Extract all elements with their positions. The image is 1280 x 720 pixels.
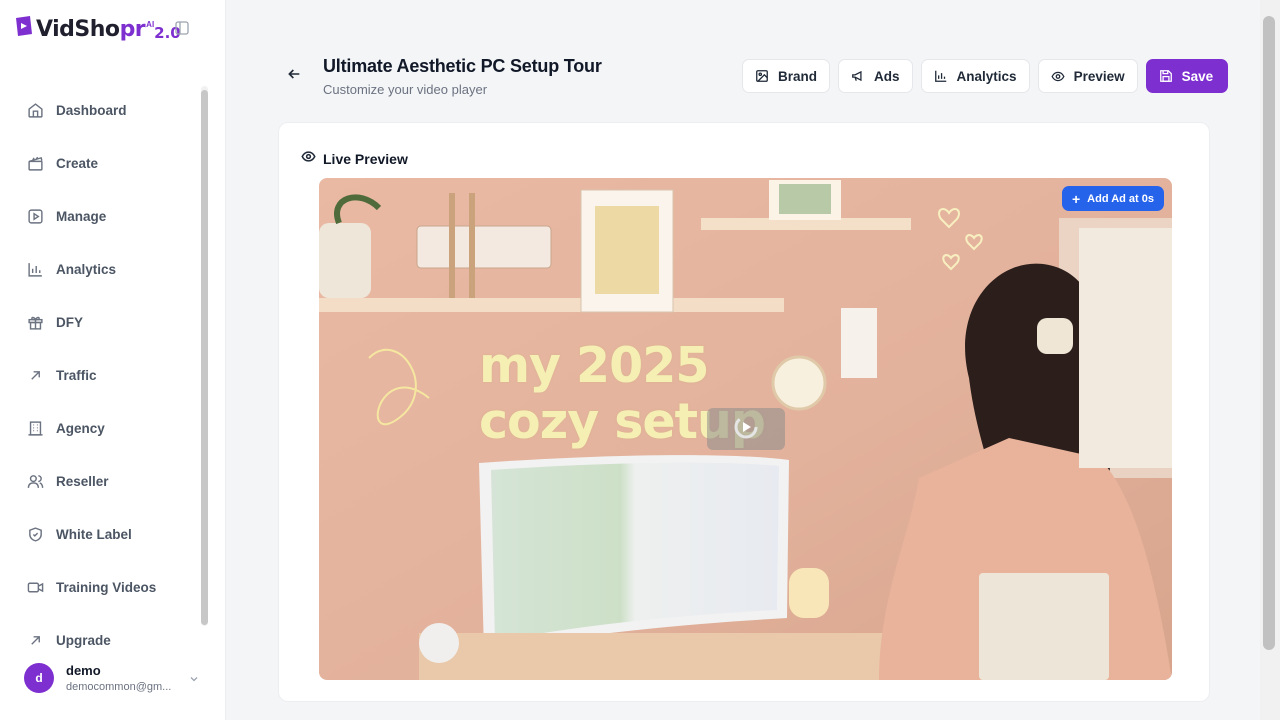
users-icon xyxy=(26,473,44,491)
sidebar-nav: Dashboard Create Manage Analytics DFY Tr… xyxy=(0,84,200,667)
analytics-button-label: Analytics xyxy=(956,68,1017,84)
sidebar-item-white-label[interactable]: White Label xyxy=(0,508,200,561)
avatar: d xyxy=(24,663,54,693)
toolbar: Brand Ads Analytics Preview Save xyxy=(742,59,1229,93)
sidebar-item-manage[interactable]: Manage xyxy=(0,190,200,243)
main-content: Ultimate Aesthetic PC Setup Tour Customi… xyxy=(226,0,1260,720)
sidebar-scrollbar[interactable] xyxy=(201,90,208,625)
ads-button[interactable]: Ads xyxy=(838,59,913,93)
sidebar-item-label: Analytics xyxy=(56,262,117,277)
add-ad-button[interactable]: + Add Ad at 0s xyxy=(1061,186,1164,211)
brand-name-accent: pr xyxy=(119,17,146,42)
preview-button-label: Preview xyxy=(1073,68,1125,84)
brand-button[interactable]: Brand xyxy=(742,59,831,93)
sidebar-item-label: Create xyxy=(56,156,99,171)
live-preview-card: Live Preview my 2025 cozy setup + Add Ad… xyxy=(278,122,1210,702)
live-preview-header: Live Preview xyxy=(301,149,408,169)
sidebar-item-label: Upgrade xyxy=(56,633,111,648)
back-arrow-icon[interactable] xyxy=(286,66,304,84)
page-subtitle: Customize your video player xyxy=(323,82,488,97)
sidebar-item-analytics[interactable]: Analytics xyxy=(0,243,200,296)
arrow-up-right-icon xyxy=(26,632,44,650)
arrow-up-right-icon xyxy=(26,367,44,385)
add-ad-label: Add Ad at 0s xyxy=(1087,192,1154,205)
brand-logo[interactable]: VidShopr AI 2.0 xyxy=(14,14,181,46)
video-camera-icon xyxy=(26,579,44,597)
page-title: Ultimate Aesthetic PC Setup Tour xyxy=(323,56,602,76)
shield-icon xyxy=(26,526,44,544)
sidebar-item-traffic[interactable]: Traffic xyxy=(0,349,200,402)
plus-icon: + xyxy=(1071,190,1081,207)
user-email: democommon@gm... xyxy=(66,681,172,693)
sidebar-item-label: Reseller xyxy=(56,474,109,489)
video-player[interactable]: my 2025 cozy setup + Add Ad at 0s xyxy=(319,178,1172,680)
thumbnail-line-1: my 2025 xyxy=(479,337,709,394)
logo-mark-icon xyxy=(14,14,34,38)
brand-name: VidSho xyxy=(36,17,120,42)
user-name: demo xyxy=(66,663,101,678)
loading-spinner-icon xyxy=(733,414,759,445)
sidebar-item-label: Training Videos xyxy=(56,580,157,595)
sidebar-item-label: Agency xyxy=(56,421,105,436)
sidebar-item-label: Traffic xyxy=(56,368,97,383)
building-icon xyxy=(26,420,44,438)
page-scrollbar[interactable] xyxy=(1263,16,1275,650)
live-preview-title: Live Preview xyxy=(323,151,408,167)
analytics-button[interactable]: Analytics xyxy=(920,59,1030,93)
save-button-label: Save xyxy=(1181,68,1214,84)
save-icon xyxy=(1159,69,1173,83)
sidebar-item-label: Dashboard xyxy=(56,103,127,118)
gift-icon xyxy=(26,314,44,332)
sidebar-item-label: Manage xyxy=(56,209,107,224)
chevron-down-icon xyxy=(188,672,200,690)
brand-button-label: Brand xyxy=(778,68,818,84)
sidebar-item-training-videos[interactable]: Training Videos xyxy=(0,561,200,614)
save-button[interactable]: Save xyxy=(1145,59,1229,93)
ads-button-label: Ads xyxy=(874,68,900,84)
home-icon xyxy=(26,102,44,120)
bar-chart-icon xyxy=(934,69,948,83)
sidebar-item-dfy[interactable]: DFY xyxy=(0,296,200,349)
user-menu[interactable]: d demo democommon@gm... xyxy=(14,652,208,704)
play-button[interactable] xyxy=(707,408,785,450)
clapperboard-icon xyxy=(26,155,44,173)
eye-icon xyxy=(1051,69,1065,83)
megaphone-icon xyxy=(851,69,865,83)
brand-ai-badge: AI xyxy=(146,20,155,29)
image-icon xyxy=(755,69,769,83)
preview-button[interactable]: Preview xyxy=(1037,59,1138,93)
eye-icon xyxy=(301,149,316,169)
sidebar-item-agency[interactable]: Agency xyxy=(0,402,200,455)
sidebar: VidShopr AI 2.0 Dashboard Create Manage … xyxy=(0,0,226,720)
sidebar-item-label: White Label xyxy=(56,527,132,542)
sidebar-item-dashboard[interactable]: Dashboard xyxy=(0,84,200,137)
sidebar-item-create[interactable]: Create xyxy=(0,137,200,190)
sidebar-item-label: DFY xyxy=(56,315,83,330)
bar-chart-icon xyxy=(26,261,44,279)
play-square-icon xyxy=(26,208,44,226)
sidebar-toggle-icon[interactable] xyxy=(175,21,191,37)
sidebar-item-reseller[interactable]: Reseller xyxy=(0,455,200,508)
